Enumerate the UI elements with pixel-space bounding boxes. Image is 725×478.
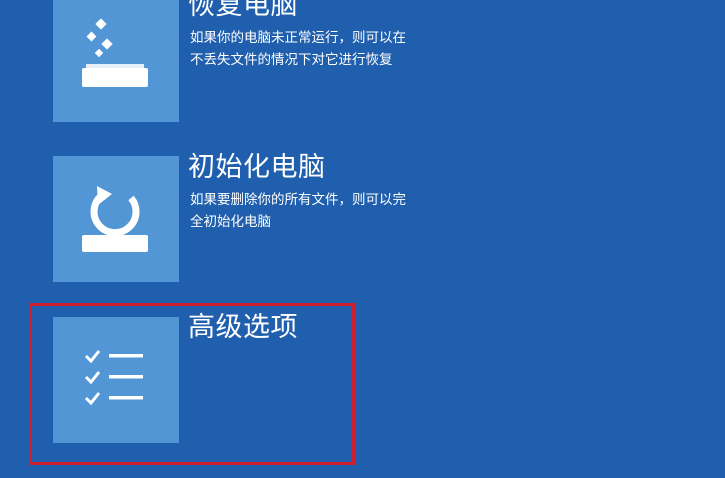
option-advanced[interactable]: 高级选项 [53, 312, 725, 447]
refresh-pc-icon [82, 18, 148, 87]
option-title: 初始化电脑 [188, 152, 326, 183]
reset-pc-icon [82, 186, 148, 252]
advanced-tile[interactable] [53, 317, 179, 443]
checklist-icon [84, 350, 143, 406]
refresh-pc-tile[interactable] [53, 0, 179, 122]
option-refresh-pc[interactable]: 恢复电脑 如果你的电脑未正常运行，则可以在 不丢失文件的情况下对它进行恢复 [53, 0, 725, 126]
option-reset-pc[interactable]: 初始化电脑 如果要删除你的所有文件，则可以完 全初始化电脑 [53, 152, 725, 286]
reset-pc-tile[interactable] [53, 156, 179, 282]
option-title: 高级选项 [188, 312, 298, 343]
option-description: 如果你的电脑未正常运行，则可以在 不丢失文件的情况下对它进行恢复 [190, 30, 406, 68]
option-title: 恢复电脑 [188, 0, 298, 21]
option-description: 如果要删除你的所有文件，则可以完 全初始化电脑 [190, 192, 406, 230]
